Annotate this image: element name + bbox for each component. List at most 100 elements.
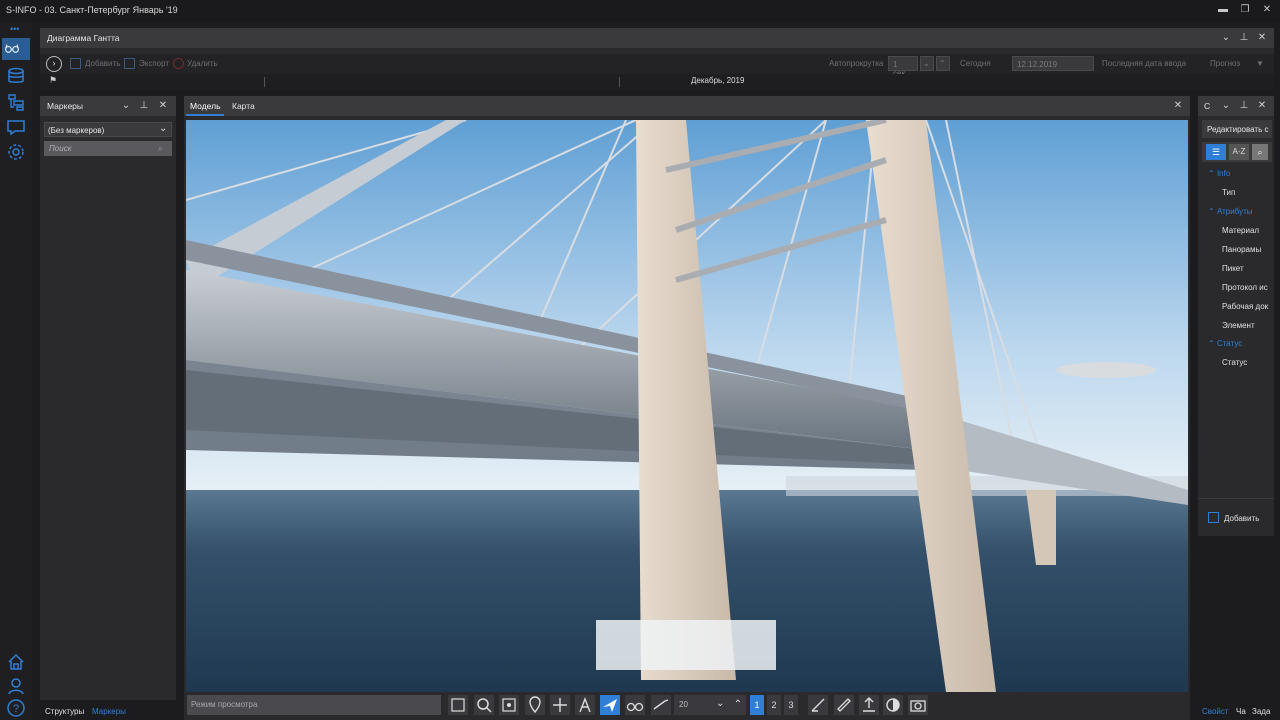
category-info[interactable]: ⌃ Info <box>1208 169 1230 178</box>
chevron-up-icon[interactable]: ⌃ <box>730 695 746 715</box>
view-mode-placeholder: Режим просмотра <box>191 700 258 709</box>
expand-arrow-icon[interactable]: › <box>46 56 62 72</box>
chevron-down-icon[interactable]: ⌄ <box>920 56 934 71</box>
properties-panel: С ⌄ ⊥ ✕ Редактировать с ☰ A-Z ⌕ ⌃ Info Т… <box>1198 96 1274 536</box>
binoculars-icon[interactable] <box>625 695 645 715</box>
page-2-button[interactable]: 2 <box>767 695 781 715</box>
tab-tasks[interactable]: Задa <box>1252 707 1270 716</box>
database-icon[interactable] <box>6 66 26 86</box>
3d-viewport[interactable] <box>186 120 1188 692</box>
add-property-button[interactable]: Добавить <box>1224 514 1259 523</box>
help-icon[interactable]: ? <box>6 698 26 718</box>
search-icon[interactable] <box>474 695 494 715</box>
category-attributes[interactable]: ⌃ Атрибуты <box>1208 207 1253 216</box>
delete-button[interactable]: Удалить <box>187 59 218 68</box>
delete-icon[interactable] <box>173 58 184 69</box>
chevron-down-icon[interactable]: ⌄ <box>1220 31 1232 45</box>
category-view-icon[interactable]: ☰ <box>1206 144 1226 160</box>
home-icon[interactable] <box>6 652 26 672</box>
speed-icon[interactable] <box>651 695 671 715</box>
prop-working-doc[interactable]: Рабочая док <box>1222 302 1272 311</box>
fly-mode-icon[interactable] <box>600 695 620 715</box>
section-plane-icon[interactable] <box>808 695 828 715</box>
tab-properties[interactable]: Свойст <box>1202 707 1229 716</box>
location-pin-icon[interactable] <box>525 695 545 715</box>
speed-value: 20 <box>679 700 688 709</box>
comments-icon[interactable] <box>6 117 26 137</box>
last-date-button[interactable]: Последняя дата ввода <box>1102 59 1186 68</box>
chevron-up-icon: ⌃ <box>1208 207 1217 216</box>
chevron-up-icon: ⌃ <box>1208 339 1217 348</box>
user-icon[interactable] <box>6 676 26 696</box>
prop-type[interactable]: Тип <box>1222 188 1272 197</box>
gantt-timescale: ⚑ Декабрь, 2019 <box>40 74 1274 90</box>
restore-icon[interactable]: ❐ <box>1238 3 1252 17</box>
add-icon[interactable] <box>1208 512 1219 523</box>
markers-select-value: (Без маркеров) <box>48 126 105 135</box>
chevron-down-icon: ⌄ <box>159 123 168 134</box>
transparency-icon[interactable] <box>883 695 903 715</box>
flag-icon: ⚑ <box>49 75 58 85</box>
structure-icon[interactable] <box>6 92 26 112</box>
view-mode-field[interactable]: Режим просмотра <box>187 695 441 715</box>
camera-icon[interactable] <box>908 695 928 715</box>
glasses-icon[interactable] <box>2 38 30 60</box>
close-icon[interactable]: ✕ <box>1256 99 1268 113</box>
autoscroll-select[interactable]: 1 сек. <box>888 56 918 78</box>
scale-tick <box>619 77 620 87</box>
export-button[interactable]: Экспорт <box>139 59 169 68</box>
filter-icon[interactable]: ▼ <box>1256 59 1264 68</box>
today-button[interactable]: Сегодня <box>960 59 991 68</box>
pin-icon[interactable]: ⊥ <box>138 99 150 113</box>
scale-tick <box>264 77 265 87</box>
minimize-icon[interactable]: ▬ <box>1216 3 1230 17</box>
measure-icon[interactable] <box>834 695 854 715</box>
more-dots-icon[interactable]: ••• <box>10 24 19 34</box>
speed-select[interactable]: 20 ⌄ <box>674 695 730 715</box>
pin-icon[interactable]: ⊥ <box>1238 31 1250 45</box>
export-icon[interactable] <box>124 58 135 69</box>
tab-structures[interactable]: Структуры <box>45 707 84 716</box>
pan-icon[interactable] <box>550 695 570 715</box>
tab-model[interactable]: Модель <box>190 101 221 111</box>
chevron-down-icon[interactable]: ⌄ <box>1220 99 1232 113</box>
pin-icon[interactable]: ⊥ <box>1238 99 1250 113</box>
chevron-down-icon[interactable]: ⌄ <box>120 99 132 113</box>
text-annotation-icon[interactable] <box>575 695 595 715</box>
tab-markers[interactable]: Маркеры <box>92 707 126 716</box>
close-icon[interactable]: ✕ <box>1172 99 1184 113</box>
markers-search-input[interactable]: Поиск ⌕ <box>44 141 172 156</box>
prop-material[interactable]: Материал <box>1222 226 1272 235</box>
tab-map[interactable]: Карта <box>232 101 255 111</box>
forecast-button[interactable]: Прогноз <box>1210 59 1240 68</box>
settings-gear-icon[interactable] <box>6 142 26 162</box>
title-bar: S-INFO - 03. Санкт-Петербург Январь '19 … <box>0 0 1280 22</box>
elevation-icon[interactable] <box>859 695 879 715</box>
edit-properties-button[interactable]: Редактировать с <box>1202 120 1272 138</box>
page-1-button[interactable]: 1 <box>750 695 764 715</box>
markers-select[interactable]: (Без маркеров) ⌄ <box>44 122 172 137</box>
search-icon[interactable]: ⌕ <box>1252 144 1268 160</box>
add-button[interactable]: Добавить <box>85 59 120 68</box>
close-icon[interactable]: ✕ <box>1260 3 1274 17</box>
prop-status[interactable]: Статус <box>1222 358 1272 367</box>
prop-panoramas[interactable]: Панорамы <box>1222 245 1272 254</box>
properties-header: С ⌄ ⊥ ✕ <box>1198 96 1274 116</box>
close-icon[interactable]: ✕ <box>1256 31 1268 45</box>
category-status[interactable]: ⌃ Статус <box>1208 339 1242 348</box>
chevron-up-icon[interactable]: ⌃ <box>936 56 950 71</box>
search-placeholder: Поиск <box>49 144 72 153</box>
tab-chat[interactable]: Ча <box>1236 707 1246 716</box>
prop-protocol[interactable]: Протокол ис <box>1222 283 1272 292</box>
add-icon[interactable] <box>70 58 81 69</box>
zoom-area-icon[interactable] <box>448 695 468 715</box>
bridge-scene-image <box>186 120 1188 692</box>
prop-element[interactable]: Элемент <box>1222 321 1272 330</box>
fit-view-icon[interactable] <box>499 695 519 715</box>
autoscroll-label: Автопрокрутка <box>829 59 884 68</box>
page-3-button[interactable]: 3 <box>784 695 798 715</box>
close-icon[interactable]: ✕ <box>157 99 169 113</box>
sort-az-button[interactable]: A-Z <box>1229 144 1249 160</box>
date-field[interactable]: 12.12.2019 <box>1012 56 1094 71</box>
prop-picket[interactable]: Пикет <box>1222 264 1272 273</box>
